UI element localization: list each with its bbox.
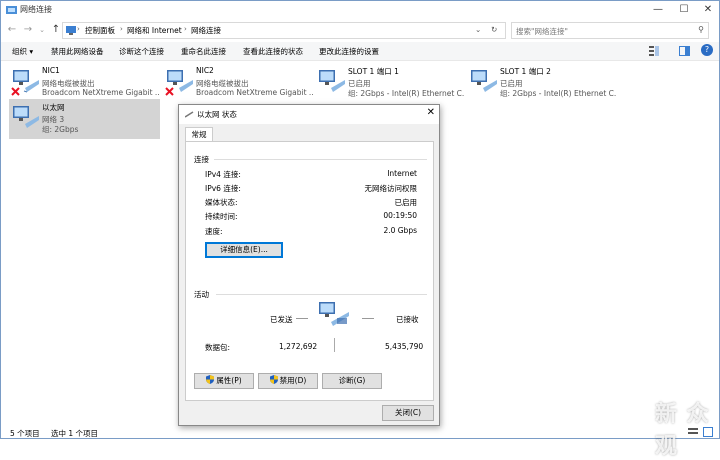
- dialog-title-bar: 以太网 状态 ✕: [179, 105, 439, 124]
- sent-line: [296, 318, 308, 319]
- error-x-icon: [11, 87, 20, 96]
- activity-group-label: 活动: [194, 290, 209, 299]
- change-settings-button[interactable]: 更改此连接的设置: [319, 46, 379, 57]
- forward-arrow-icon[interactable]: →: [22, 24, 34, 36]
- watermark: 新 众观: [655, 402, 710, 459]
- connection-device: 组: 2Gbps: [42, 125, 79, 134]
- connection-item-nic1[interactable]: NIC1 网络电缆被拔出 Broadcom NetXtreme Gigabit …: [9, 63, 159, 103]
- back-arrow-icon[interactable]: ←: [6, 24, 18, 36]
- search-input[interactable]: 搜索"网络连接" ⚲: [511, 22, 709, 39]
- diagnose-dialog-button[interactable]: 诊断(G): [322, 373, 382, 389]
- connection-device: 组: 2Gbps - Intel(R) Ethernet C...: [500, 89, 617, 98]
- breadcrumb-network-connections[interactable]: 网络连接: [191, 25, 221, 36]
- group-divider: [216, 294, 427, 295]
- error-x-icon: [165, 87, 174, 96]
- network-cable-icon: [185, 111, 194, 118]
- item-count: 5 个项目: [10, 429, 40, 438]
- explorer-window: 网络连接 — ☐ ✕ ← → ⌄ ↑ › 控制面板 › 网络和 Internet…: [0, 0, 720, 459]
- properties-label: 属性(P): [216, 376, 242, 385]
- network-adapter-icon: [471, 70, 497, 92]
- packets-received-value: 5,435,790: [385, 342, 424, 351]
- packets-label: 数据包:: [205, 343, 231, 352]
- connection-name: NIC1: [42, 66, 60, 75]
- duration-value: 00:19:50: [383, 211, 417, 220]
- packets-divider: [334, 338, 335, 352]
- address-box[interactable]: › 控制面板 › 网络和 Internet › 网络连接 ⌄ ↻: [62, 22, 506, 39]
- command-bar: 组织 ▾ 禁用此网络设备 诊断这个连接 重命名此连接 查看此连接的状态 更改此连…: [1, 42, 719, 61]
- ipv4-value: Internet: [387, 169, 417, 178]
- window-title: 网络连接: [20, 5, 52, 14]
- close-window-button[interactable]: ✕: [695, 1, 720, 20]
- breadcrumb-control-panel[interactable]: 控制面板: [85, 25, 115, 36]
- speed-value: 2.0 Gbps: [383, 226, 417, 235]
- help-icon[interactable]: ?: [701, 44, 713, 56]
- speed-label: 速度:: [205, 227, 223, 236]
- media-state-label: 媒体状态:: [205, 198, 238, 207]
- history-chevron-icon[interactable]: ⌄: [36, 24, 48, 36]
- breadcrumb-separator: ›: [77, 25, 80, 33]
- properties-button[interactable]: 属性(P): [194, 373, 254, 389]
- title-bar: 网络连接 — ☐ ✕: [1, 1, 719, 20]
- disable-label: 禁用(D): [279, 376, 307, 385]
- refresh-icon[interactable]: ↻: [491, 25, 497, 34]
- received-line: [362, 318, 374, 319]
- view-status-button[interactable]: 查看此连接的状态: [243, 46, 303, 57]
- network-activity-icon: [319, 302, 349, 326]
- connection-name: 以太网: [42, 103, 65, 112]
- connection-device: Broadcom NetXtreme Gigabit ...: [196, 88, 313, 97]
- up-arrow-icon[interactable]: ↑: [50, 24, 62, 36]
- disable-button[interactable]: 禁用(D): [258, 373, 318, 389]
- uac-shield-icon: [206, 375, 215, 384]
- uac-shield-icon: [269, 375, 278, 384]
- connection-name: SLOT 1 端口 1: [348, 67, 399, 76]
- ipv4-label: IPv4 连接:: [205, 170, 241, 179]
- duration-label: 持续时间:: [205, 212, 238, 221]
- connection-item-slot1-port2[interactable]: SLOT 1 端口 2 已启用 组: 2Gbps - Intel(R) Ethe…: [467, 63, 617, 103]
- organize-button[interactable]: 组织 ▾: [12, 46, 33, 57]
- control-panel-icon: [66, 26, 76, 35]
- address-bar-row: ← → ⌄ ↑ › 控制面板 › 网络和 Internet › 网络连接 ⌄ ↻…: [1, 20, 719, 42]
- network-adapter-icon: [319, 70, 345, 92]
- status-bar: 5 个项目 选中 1 个项目: [1, 425, 719, 439]
- breadcrumb-separator: ›: [120, 25, 123, 33]
- connection-device: 组: 2Gbps - Intel(R) Ethernet C...: [348, 89, 465, 98]
- search-placeholder: 搜索"网络连接": [516, 27, 568, 36]
- connection-name: NIC2: [196, 66, 214, 75]
- connection-item-nic2[interactable]: NIC2 网络电缆被拔出 Broadcom NetXtreme Gigabit …: [163, 63, 313, 103]
- media-state-value: 已启用: [394, 198, 418, 207]
- received-label: 已接收: [396, 315, 419, 324]
- disable-device-button[interactable]: 禁用此网络设备: [51, 46, 104, 57]
- ethernet-status-dialog: 以太网 状态 ✕ 常规 连接 IPv4 连接: Internet IPv6 连接…: [178, 104, 440, 426]
- general-panel: 连接 IPv4 连接: Internet IPv6 连接: 无网络访问权限 媒体…: [185, 141, 434, 401]
- preview-pane-icon[interactable]: [679, 46, 690, 56]
- group-divider: [214, 159, 427, 160]
- address-dropdown-icon[interactable]: ⌄: [475, 25, 481, 34]
- packets-sent-value: 1,272,692: [279, 342, 318, 351]
- diagnose-button[interactable]: 诊断这个连接: [119, 46, 164, 57]
- dialog-title: 以太网 状态: [197, 110, 237, 119]
- tab-general[interactable]: 常规: [185, 127, 213, 142]
- connection-group-label: 连接: [194, 155, 209, 164]
- minimize-button[interactable]: —: [645, 1, 671, 20]
- sent-label: 已发送: [270, 315, 293, 324]
- selected-count: 选中 1 个项目: [51, 429, 99, 438]
- maximize-button[interactable]: ☐: [671, 1, 697, 20]
- ipv6-label: IPv6 连接:: [205, 184, 241, 193]
- connection-device: Broadcom NetXtreme Gigabit ...: [42, 88, 159, 97]
- breadcrumb-separator: ›: [184, 25, 187, 33]
- connection-item-slot1-port1[interactable]: SLOT 1 端口 1 已启用 组: 2Gbps - Intel(R) Ethe…: [315, 63, 465, 103]
- close-button[interactable]: 关闭(C): [382, 405, 434, 421]
- network-adapter-icon: [13, 106, 39, 128]
- connection-item-ethernet[interactable]: 以太网 网络 3 组: 2Gbps: [9, 99, 160, 139]
- breadcrumb-network-internet[interactable]: 网络和 Internet: [127, 25, 182, 36]
- connection-name: SLOT 1 端口 2: [500, 67, 551, 76]
- search-icon[interactable]: ⚲: [698, 25, 704, 34]
- view-options-icon[interactable]: [649, 46, 661, 56]
- ipv6-value: 无网络访问权限: [364, 184, 418, 193]
- dialog-close-icon[interactable]: ✕: [427, 107, 435, 118]
- network-folder-icon: [6, 6, 17, 14]
- details-button[interactable]: 详细信息(E)...: [205, 242, 283, 258]
- rename-button[interactable]: 重命名此连接: [181, 46, 226, 57]
